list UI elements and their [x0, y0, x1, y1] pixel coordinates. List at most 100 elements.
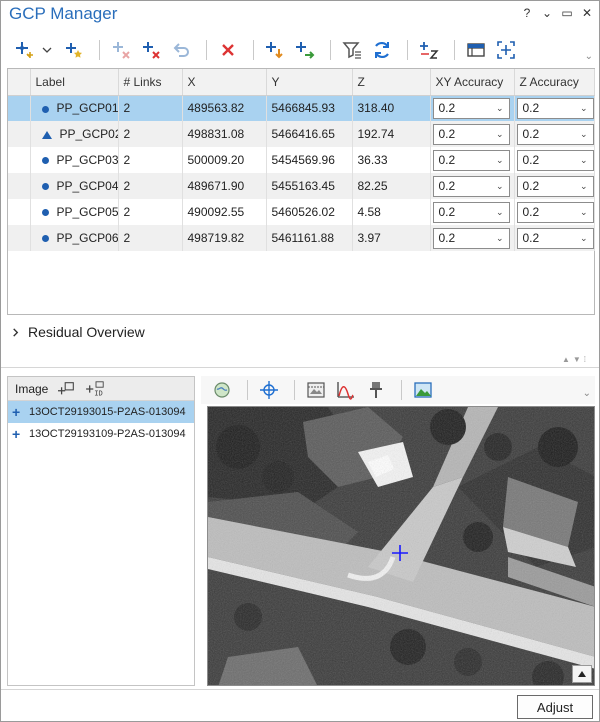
delete-link-icon [143, 42, 160, 59]
column-header-z-accuracy[interactable]: Z Accuracy [514, 69, 595, 96]
cell-x[interactable]: 500009.20 [182, 147, 267, 173]
cell-label[interactable]: PP_GCP01 [30, 95, 119, 121]
cell-y[interactable]: 5454569.96 [266, 147, 353, 173]
maximize-button[interactable]: ▭ [561, 6, 573, 20]
cell-x[interactable]: 489671.90 [182, 173, 267, 199]
cell-z[interactable]: 36.33 [352, 147, 431, 173]
pin-button[interactable] [363, 377, 389, 403]
export-button[interactable] [292, 37, 318, 63]
column-header-xy-accuracy[interactable]: XY Accuracy [430, 69, 515, 96]
table-view-button[interactable] [463, 37, 489, 63]
toolbar-overflow-icon[interactable]: ⌄ [585, 51, 593, 62]
image-display-button[interactable] [410, 377, 436, 403]
row-indicator[interactable] [8, 199, 31, 225]
table-view-icon [467, 43, 485, 57]
point-icon [41, 157, 49, 165]
cell-label[interactable]: PP_GCP06 [30, 225, 119, 251]
z-accuracy-select[interactable]: 0.2 ⌄ [516, 123, 593, 145]
z-accuracy-select[interactable]: 0.2 ⌄ [516, 201, 593, 223]
delete-button[interactable] [215, 37, 241, 63]
image-viewer[interactable] [207, 406, 595, 686]
import-button[interactable] [262, 37, 288, 63]
xy-accuracy-select[interactable]: 0.2 ⌄ [432, 175, 510, 197]
z-accuracy-select[interactable]: 0.2 ⌄ [516, 227, 593, 249]
column-header-y[interactable]: Y [266, 69, 353, 96]
histogram-button[interactable] [333, 377, 359, 403]
cell-y[interactable]: 5455163.45 [266, 173, 353, 199]
z-accuracy-select[interactable]: 0.2 ⌄ [516, 149, 593, 171]
filter-button[interactable] [339, 37, 365, 63]
cell-x[interactable]: 490092.55 [182, 199, 267, 225]
z-accuracy-select[interactable]: 0.2 ⌄ [516, 175, 593, 197]
row-indicator[interactable] [8, 147, 31, 173]
row-indicator[interactable] [8, 173, 31, 199]
add-tie-point-button[interactable] [61, 37, 87, 63]
cell-label[interactable]: PP_GCP04 [30, 173, 119, 199]
scroll-up-button[interactable] [572, 665, 592, 683]
splitter-controls[interactable]: ▲▼⁞ [562, 355, 589, 364]
table-row[interactable]: PP_GCP06 2 498719.82 5461161.88 3.97 0.2 ⌄ 0.2 ⌄ [8, 225, 595, 251]
help-button[interactable]: ? [521, 6, 533, 20]
xy-accuracy-select[interactable]: 0.2 ⌄ [432, 97, 510, 119]
adjust-button[interactable]: Adjust [517, 695, 593, 719]
options-menu-button[interactable]: ⌄ [541, 6, 553, 20]
residual-overview-toggle[interactable]: Residual Overview [11, 324, 145, 340]
table-row[interactable]: PP_GCP03 2 500009.20 5454569.96 36.33 0.2 ⌄ 0.2… [8, 147, 595, 173]
cell-z[interactable]: 192.74 [352, 121, 431, 147]
table-row[interactable]: PP_GCP05 2 490092.55 5460526.02 4.58 0.2 ⌄ 0.2 ⌄ [8, 199, 595, 225]
column-header-label[interactable]: Label [30, 69, 119, 96]
cell-label[interactable]: PP_GCP03 [30, 147, 119, 173]
delete-link-button[interactable] [138, 37, 164, 63]
cell-x[interactable]: 498831.08 [182, 121, 267, 147]
table-row[interactable]: PP_GCP02 2 498831.08 5466416.65 192.74 0.2 ⌄ 0.… [8, 121, 595, 147]
delete-unlinked-button[interactable] [108, 37, 134, 63]
row-indicator[interactable] [8, 95, 31, 121]
list-item[interactable]: +13OCT29193109-P2AS-013094 [8, 423, 194, 445]
list-item[interactable]: +13OCT29193015-P2AS-013094 [8, 401, 194, 423]
xy-accuracy-select[interactable]: 0.2 ⌄ [432, 149, 510, 171]
column-header-links[interactable]: # Links [118, 69, 183, 96]
add-gcp-button[interactable] [11, 37, 37, 63]
cell-z[interactable]: 318.40 [352, 95, 431, 121]
crosshair-button[interactable] [256, 377, 282, 403]
add-image-icon[interactable] [58, 380, 76, 398]
cell-links[interactable]: 2 [118, 121, 183, 147]
xy-accuracy-select[interactable]: 0.2 ⌄ [432, 201, 510, 223]
cell-y[interactable]: 5460526.02 [266, 199, 353, 225]
cell-links[interactable]: 2 [118, 173, 183, 199]
view-toolbar-overflow-icon[interactable]: ⌄ [583, 388, 591, 399]
cell-z[interactable]: 4.58 [352, 199, 431, 225]
xy-accuracy-select[interactable]: 0.2 ⌄ [432, 123, 510, 145]
cell-x[interactable]: 498719.82 [182, 225, 267, 251]
undo-button[interactable] [168, 37, 194, 63]
cell-links[interactable]: 2 [118, 225, 183, 251]
cell-label[interactable]: PP_GCP05 [30, 199, 119, 225]
table-row[interactable]: PP_GCP01 2 489563.82 5466845.93 318.40 0.2 ⌄ 0.… [8, 95, 595, 121]
cell-y[interactable]: 5461161.88 [266, 225, 353, 251]
chevron-down-icon: ⌄ [579, 180, 588, 191]
add-gcp-dropdown[interactable] [41, 37, 53, 63]
zoom-to-button[interactable] [493, 37, 519, 63]
image-settings-button[interactable] [303, 377, 329, 403]
cell-y[interactable]: 5466416.65 [266, 121, 353, 147]
column-header-z[interactable]: Z [352, 69, 431, 96]
cell-links[interactable]: 2 [118, 95, 183, 121]
full-extent-button[interactable] [209, 377, 235, 403]
cell-z[interactable]: 82.25 [352, 173, 431, 199]
cell-links[interactable]: 2 [118, 147, 183, 173]
row-indicator[interactable] [8, 121, 31, 147]
image-id-icon[interactable]: ID [86, 380, 106, 398]
cell-y[interactable]: 5466845.93 [266, 95, 353, 121]
z-accuracy-select[interactable]: 0.2 ⌄ [516, 97, 593, 119]
column-header-x[interactable]: X [182, 69, 267, 96]
set-z-button[interactable] [416, 37, 442, 63]
table-row[interactable]: PP_GCP04 2 489671.90 5455163.45 82.25 0.2 ⌄ 0.2… [8, 173, 595, 199]
row-indicator[interactable] [8, 225, 31, 251]
cell-x[interactable]: 489563.82 [182, 95, 267, 121]
cell-z[interactable]: 3.97 [352, 225, 431, 251]
refresh-button[interactable] [369, 37, 395, 63]
cell-links[interactable]: 2 [118, 199, 183, 225]
xy-accuracy-select[interactable]: 0.2 ⌄ [432, 227, 510, 249]
close-button[interactable]: ✕ [581, 6, 593, 20]
cell-label[interactable]: PP_GCP02 [30, 121, 119, 147]
